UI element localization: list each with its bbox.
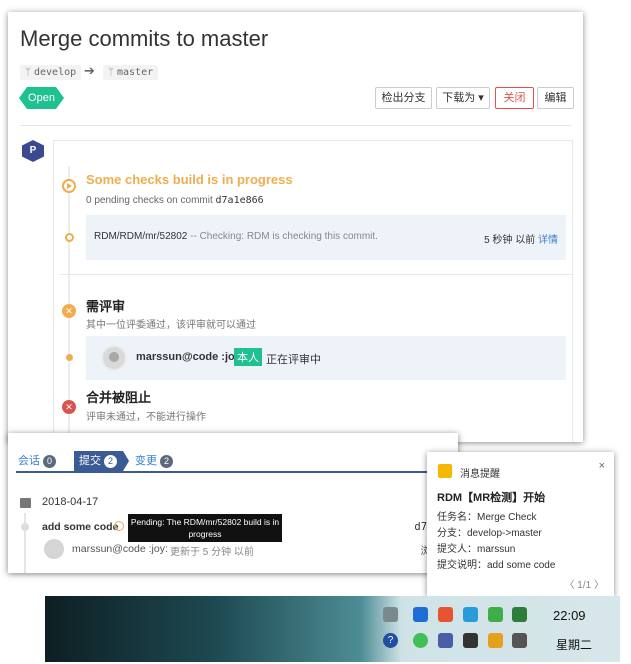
checks-subtitle-text: 0 pending checks on commit [86,195,213,206]
tabs-underline [16,471,458,473]
source-branch-label[interactable]: ᛘ develop [20,65,82,80]
notification-line-submitter: 提交人：marssun [437,544,516,555]
merge-status-timeline: Some checks build is in progress 0 pendi… [53,140,573,442]
wechat-icon[interactable] [413,633,428,648]
notification-popup: 消息提醒 × RDM【MR检测】开始 任务名：Merge Check 分支：de… [427,452,614,597]
commit-date: 2018-04-17 [42,496,99,508]
reviewer-dot-icon [66,354,73,361]
status-badge: Open [19,87,64,109]
close-button[interactable]: 关闭 [495,87,534,109]
help-icon[interactable]: ? [383,633,398,648]
pending-dot-icon [65,233,74,242]
check-name: RDM/RDM/mr/52802 [94,231,188,242]
timeline-line [24,513,26,573]
clock-time[interactable]: 22:09 [553,608,586,623]
pending-status-icon[interactable] [114,521,124,531]
avatar[interactable] [101,345,127,371]
shield-icon[interactable] [413,607,428,622]
checks-title: Some checks build is in progress [86,172,293,187]
network-icon[interactable] [512,633,527,648]
notification-line-task: 任务名：Merge Check [437,512,537,523]
check-time: 5 秒钟 以前 详情 [484,231,558,246]
chat-icon[interactable] [488,607,503,622]
tab-count: 2 [104,455,117,468]
keyboard-icon[interactable] [383,607,398,622]
tab-label: 会话 [18,455,40,467]
page-title: Merge commits to master [20,26,269,51]
blocked-subtitle: 评审未通过，不能进行操作 [86,412,206,423]
check-message: -- Checking: RDM is checking this commit… [190,231,378,242]
checks-subtitle: 0 pending checks on commit d7a1e866 [86,195,264,206]
close-icon[interactable]: × [599,460,605,472]
commit-hash[interactable]: d7a1e866 [216,195,264,206]
tab-label: 变更 [135,455,157,467]
arrow-right-icon: ➔ [84,63,95,78]
commit-message[interactable]: add some code [42,521,118,533]
tooltip: Pending: The RDM/mr/52802 build is in pr… [128,514,282,542]
blocked-title: 合并被阻止 [86,390,152,405]
target-branch-label[interactable]: ᛘ master [103,65,159,80]
merge-request-card: Merge commits to master ᛘ develop ➔ ᛘ mast… [8,12,583,442]
blocked-x-icon: ✕ [62,400,76,414]
project-hex-icon: P [22,140,44,162]
download-as-dropdown[interactable]: 下载为 ▾ [436,87,490,109]
clock-day[interactable]: 星期二 [556,636,592,653]
ime-icon[interactable] [438,633,453,648]
chrome-icon[interactable] [438,607,453,622]
self-badge: 本人 [234,348,262,366]
tab-conversation[interactable]: 会话 0 [13,451,61,471]
branch-icon: ᛘ [25,67,31,78]
qq-icon[interactable] [488,633,503,648]
bell-icon [438,464,452,478]
tab-count: 0 [43,455,57,468]
review-pending-icon: ✕ [62,304,76,318]
notification-line-message: 提交说明：add some code [437,560,556,571]
check-time-text: 5 秒钟 以前 [484,235,536,246]
sync-icon[interactable] [463,607,478,622]
reviewer-name[interactable]: marssun@code :joy: [136,351,245,363]
volume-icon[interactable] [463,633,478,648]
tab-commits[interactable]: 提交 2 [74,451,129,471]
divider [20,125,571,126]
notification-line-branch: 分支：develop->master [437,528,542,539]
commits-panel: 会话0 提交2 变更2 2018-04-17 1 add some code P… [8,433,458,573]
notification-header: 消息提醒 [460,469,500,480]
commit-updated-time: 更新于 5 分钟 以前 [170,547,254,558]
target-branch-name: master [117,67,154,78]
review-title: 需评审 [86,299,126,314]
review-status: 正在评审中 [266,354,321,366]
source-branch-name: develop [34,67,77,78]
notification-title[interactable]: RDM【MR检测】开始 [437,489,545,505]
calendar-icon [20,498,31,508]
commit-author[interactable]: marssun@code :joy: [72,543,168,555]
play-circle-icon [62,179,76,193]
reviewer-row: marssun@code :joy: 本人 正在评审中 [86,336,566,380]
branch-icon: ᛘ [108,67,114,78]
checkout-branch-button[interactable]: 检出分支 [375,87,432,109]
taskbar: ? 22:09 星期二 [45,596,620,662]
edit-button[interactable]: 编辑 [537,87,574,109]
app-icon[interactable] [512,607,527,622]
divider [60,274,572,275]
check-description: RDM/RDM/mr/52802 -- Checking: RDM is che… [94,231,378,242]
check-details-link[interactable]: 详情 [538,235,558,246]
tab-label: 提交 [79,455,101,467]
avatar[interactable] [44,539,64,559]
notification-pager[interactable]: 〈 1/1 〉 [565,576,604,591]
tab-count: 2 [160,455,174,468]
review-subtitle: 其中一位评委通过，该评审就可以通过 [86,320,256,331]
commit-dot-icon [21,523,29,531]
check-row: RDM/RDM/mr/52802 -- Checking: RDM is che… [86,215,566,260]
tab-changes[interactable]: 变更 2 [130,451,178,471]
